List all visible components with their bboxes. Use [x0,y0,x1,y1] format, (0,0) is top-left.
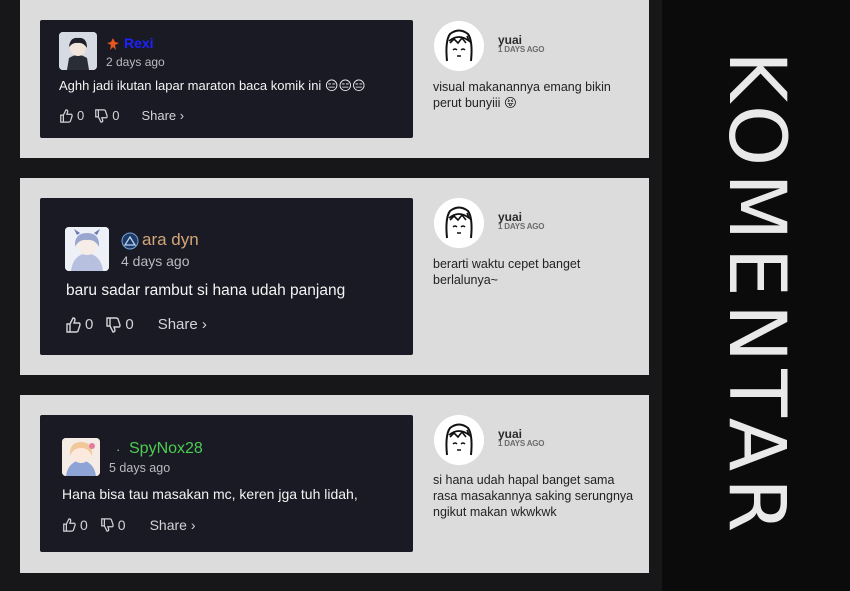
like-button[interactable]: 0 [59,108,84,123]
share-label: Share › [157,316,207,333]
comment-box: ara dyn 4 days ago baru sadar rambut si … [40,198,413,355]
avatar[interactable] [59,32,97,70]
thumbs-down-icon [106,316,122,333]
reply-avatar[interactable] [434,198,484,248]
reply-text: visual makanannya emang bikin perut buny… [433,80,611,110]
comment-text: Aghh jadi ikutan lapar maraton baca komi… [59,78,366,93]
dislike-button[interactable]: 0 [105,316,134,333]
avatar-image [62,438,100,476]
comment-timestamp: 2 days ago [106,55,165,69]
comment-actions: 0 0 Share › [65,316,207,333]
reply-timestamp: 1 DAYS AGO [498,439,545,448]
badge-icon [121,232,139,250]
comment-username[interactable]: SpyNox28 [129,440,203,458]
comment-text: baru sadar rambut si hana udah panjang [66,282,346,299]
like-button[interactable]: 0 [65,316,93,333]
share-button[interactable]: Share › [150,517,196,533]
section-title-text: KOMENTAR [711,51,801,540]
dislike-count: 0 [125,316,134,333]
share-button[interactable]: Share › [158,316,207,333]
thumbs-up-icon [66,316,81,333]
thumbs-up-icon [63,518,76,532]
comment-username[interactable]: Rexi [124,35,154,51]
dislike-count: 0 [112,108,120,123]
comment-box: · SpyNox28 5 days ago Hana bisa tau masa… [40,415,413,552]
avatar[interactable] [62,438,100,476]
reply-avatar[interactable] [434,415,484,465]
thumbs-up-icon [60,108,73,123]
reply-avatar-image [434,21,484,71]
comment-card: Rexi 2 days ago Aghh jadi ikutan lapar m… [20,0,649,158]
avatar[interactable] [65,227,109,271]
comment-box: Rexi 2 days ago Aghh jadi ikutan lapar m… [40,20,413,138]
dislike-button[interactable]: 0 [100,517,126,533]
avatar-image [59,32,97,70]
comment-card: ara dyn 4 days ago baru sadar rambut si … [20,178,649,375]
reply-text: berarti waktu cepet banget berlalunya~ [433,257,581,287]
comment-actions: 0 0 Share › [59,108,184,123]
reply-timestamp: 1 DAYS AGO [498,222,545,231]
share-label: Share › [149,517,196,533]
dislike-count: 0 [117,517,126,533]
badge-icon [107,37,119,50]
like-count: 0 [80,517,88,533]
reply-text: si hana udah hapal banget sama rasa masa… [433,473,634,519]
like-button[interactable]: 0 [62,517,88,533]
reply-avatar[interactable] [434,21,484,71]
comment-actions: 0 0 Share › [62,517,196,533]
comment-username[interactable]: ara dyn [142,230,199,250]
thumbs-down-icon [95,108,108,123]
dislike-button[interactable]: 0 [94,108,119,123]
reply-avatar-image [434,198,484,248]
reply-timestamp: 1 DAYS AGO [498,45,545,54]
comment-timestamp: 5 days ago [109,461,171,475]
separator-dot: · [116,442,121,457]
avatar-image [65,227,109,271]
share-button[interactable]: Share › [141,108,184,123]
comment-timestamp: 4 days ago [121,253,190,269]
share-label: Share › [141,108,185,123]
comment-text: Hana bisa tau masakan mc, keren jga tuh … [62,486,358,502]
like-count: 0 [85,316,94,333]
section-title: KOMENTAR [711,0,801,591]
like-count: 0 [77,108,85,123]
thumbs-down-icon [100,518,114,532]
reply-avatar-image [434,415,484,465]
comment-card: · SpyNox28 5 days ago Hana bisa tau masa… [20,395,649,573]
